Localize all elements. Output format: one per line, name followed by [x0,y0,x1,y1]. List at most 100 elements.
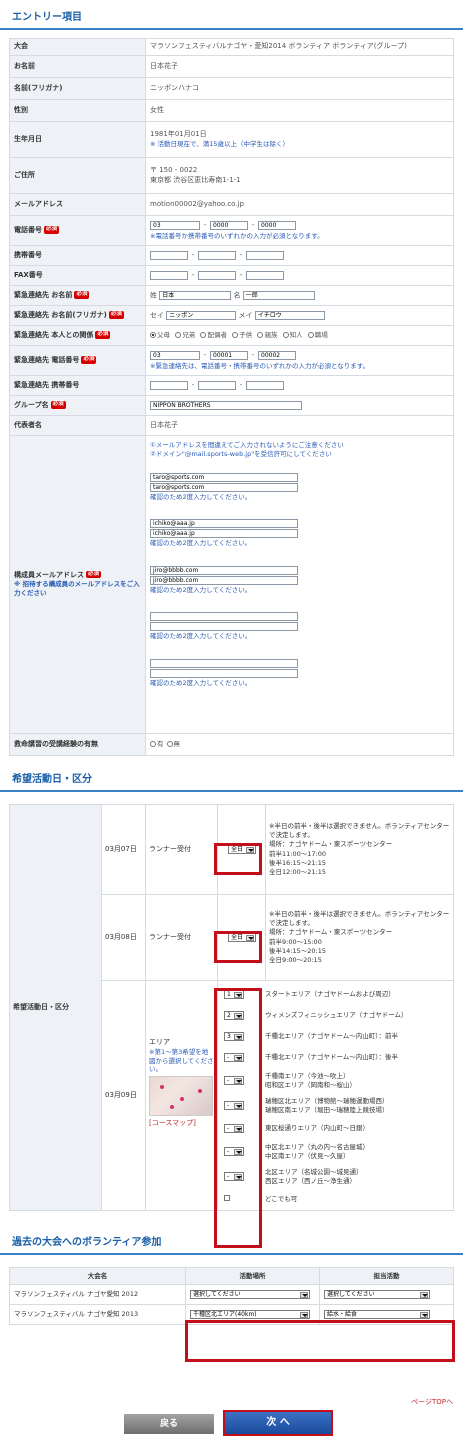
mobile-input-3[interactable] [246,250,284,260]
name-label: お名前 [9,55,146,78]
course-map-link[interactable]: [コースマップ] [149,1119,214,1128]
area-option-label: 千種南エリア（今池～吹上） [265,1071,350,1080]
fax-label: FAX番号 [9,265,146,286]
emg-phone-input-2[interactable]: 00001 [210,351,248,360]
relation-radio-sibling[interactable] [175,331,182,338]
firstaid-radio-yes[interactable] [150,740,156,747]
relation-radio-parent[interactable] [150,331,156,338]
chevron-down-icon [246,934,255,941]
area-priority-value: - [227,1124,230,1132]
chevron-down-icon [234,1173,242,1180]
emg-phone-note: ※緊急連絡先は、電話番号・携帯番号のいずれかの入力が必須となります。 [150,361,370,370]
emg-mobile-input-2[interactable] [198,380,236,390]
emg-sei-input[interactable]: 日本 [159,290,232,300]
phone-input-2[interactable]: 0000 [210,221,248,230]
past-place-select[interactable]: 千種区北エリア(40km) [190,1310,310,1319]
past-role-select[interactable]: 選択してください [324,1290,430,1299]
area-option-anywhere: どこでも可 [222,1189,453,1210]
member-email-input[interactable] [150,658,298,668]
member-email-input[interactable]: ichiko@aaa.jp [150,519,298,529]
member-email-confirm-input[interactable] [150,668,298,678]
relation-radio-child[interactable] [232,331,239,338]
past-role-select[interactable]: 給水・給食 [324,1310,430,1319]
chevron-down-icon [234,991,242,998]
member-email-input[interactable]: jiro@bbbb.com [150,565,298,575]
past-place-select[interactable]: 選択してください [190,1290,310,1299]
group-input[interactable]: NIPPON BROTHERS [150,400,302,410]
course-map-thumbnail[interactable] [149,1076,213,1117]
past-place-value: 選択してください [193,1291,241,1298]
chevron-down-icon [300,1292,308,1298]
emg-sei-kana-input[interactable]: ニッポン [166,310,237,320]
day2-place: 場所：ナゴヤドーム・東スポーツセンター [269,928,393,937]
area-priority-select[interactable]: 3 [224,1031,244,1041]
page: エントリー項目 大会 マラソンフェスティバルナゴヤ・愛知2014 ボランティア ボ… [0,0,463,1449]
fax-input-3[interactable] [246,270,284,280]
birth-note: ※ 活動日現在で、満15歳以上（中学生は除く） [150,140,290,149]
relation-radio-work[interactable] [307,331,314,338]
relation-radio-relative[interactable] [257,331,264,338]
day1-second-half: 後半16:15～21:15 [269,858,326,867]
member-email-confirm-input[interactable] [150,622,298,632]
chevron-down-icon [246,846,255,853]
member-email-group: 確認のため2度入力してください。 [150,658,449,687]
page-top-link[interactable]: ページTOPへ [411,1398,453,1407]
emg-mobile-input-1[interactable] [150,380,188,390]
day1-note: ※半日の前半・後半は選択できません。ボランティアセンターで決定します。 [269,822,450,839]
area-priority-select[interactable]: - [224,1100,244,1110]
chevron-down-icon [234,1077,242,1084]
fax-input-2[interactable] [198,270,236,280]
area-priority-select[interactable]: - [224,1146,244,1156]
anywhere-checkbox[interactable] [224,1194,230,1201]
fax-input-1[interactable] [150,270,188,280]
mobile-input-2[interactable] [198,250,236,260]
area-priority-select[interactable]: - [224,1052,244,1062]
member-email-confirm-input[interactable]: taro@sports.com [150,482,298,492]
required-badge: 必須 [81,356,97,364]
relation-option-label: 配偶者 [207,330,227,339]
chevron-down-icon [420,1292,428,1298]
area-option-label: 千種北エリア（ナゴヤドーム～内山町）：後半 [265,1053,399,1062]
area-priority-select[interactable]: 1 [224,989,244,999]
birth-label: 生年月日 [9,121,146,158]
day2-select[interactable]: 全日 [228,932,257,942]
emg-mobile-input-3[interactable] [246,380,284,390]
area-option: - 千種北エリア（ナゴヤドーム～内山町）：後半 [222,1047,453,1068]
gender-label: 性別 [9,99,146,122]
back-button[interactable]: 戻る [124,1414,214,1434]
member-email-confirm-input[interactable]: ichiko@aaa.jp [150,529,298,539]
member-email-confirm-input[interactable]: jiro@bbbb.com [150,575,298,585]
chevron-down-icon [234,1054,242,1061]
members-label-note: ※ 招待する構成員のメールアドレスをご入力ください [14,579,140,598]
member-email-group: jiro@bbbb.com jiro@bbbb.com 確認のため2度入力してくださ… [150,565,449,594]
member-email-input[interactable] [150,612,298,622]
phone-input-3[interactable]: 0000 [258,221,296,230]
mobile-input-1[interactable] [150,250,188,260]
emg-phone-input-3[interactable]: 00002 [258,351,296,360]
area-option: - 北区エリア（名城公園～城見通） 西区エリア（西ノ丘～浄生通） [222,1164,453,1189]
emg-mei-kana-input[interactable]: イチロウ [254,310,325,320]
area-priority-select[interactable]: 2 [224,1010,244,1020]
chevron-down-icon [234,1012,242,1019]
member-email-input[interactable]: taro@sports.com [150,472,298,482]
day1-select-value: 全日 [231,845,244,853]
next-button[interactable]: 次 へ [223,1410,333,1436]
firstaid-radio-no[interactable] [166,740,173,747]
day3-date: 03月09日 [101,980,146,1211]
table-row: マラソンフェスティバル ナゴヤ愛知 2012 選択してください 選択してください [9,1284,454,1305]
day1-date: 03月07日 [101,804,146,895]
area-priority-select[interactable]: - [224,1075,244,1085]
phone-input-1[interactable]: 03 [150,221,200,230]
emg-phone-input-1[interactable]: 03 [150,351,200,360]
address-label: ご住所 [9,157,146,194]
area-priority-select[interactable]: - [224,1123,244,1133]
phone-label: 電話番号 [14,225,42,234]
day1-select[interactable]: 全日 [228,844,257,854]
name-value: 日本花子 [145,55,454,78]
firstaid-label: 救命講習の受講経験の有無 [9,733,146,756]
area-priority-select[interactable]: - [224,1171,244,1181]
emg-mei-input[interactable]: 一郎 [242,290,315,300]
relation-radio-spouse[interactable] [200,331,207,338]
relation-radio-friend[interactable] [282,331,289,338]
table-row: マラソンフェスティバル ナゴヤ愛知 2013 千種区北エリア(40km) 給水・給食 [9,1304,454,1325]
